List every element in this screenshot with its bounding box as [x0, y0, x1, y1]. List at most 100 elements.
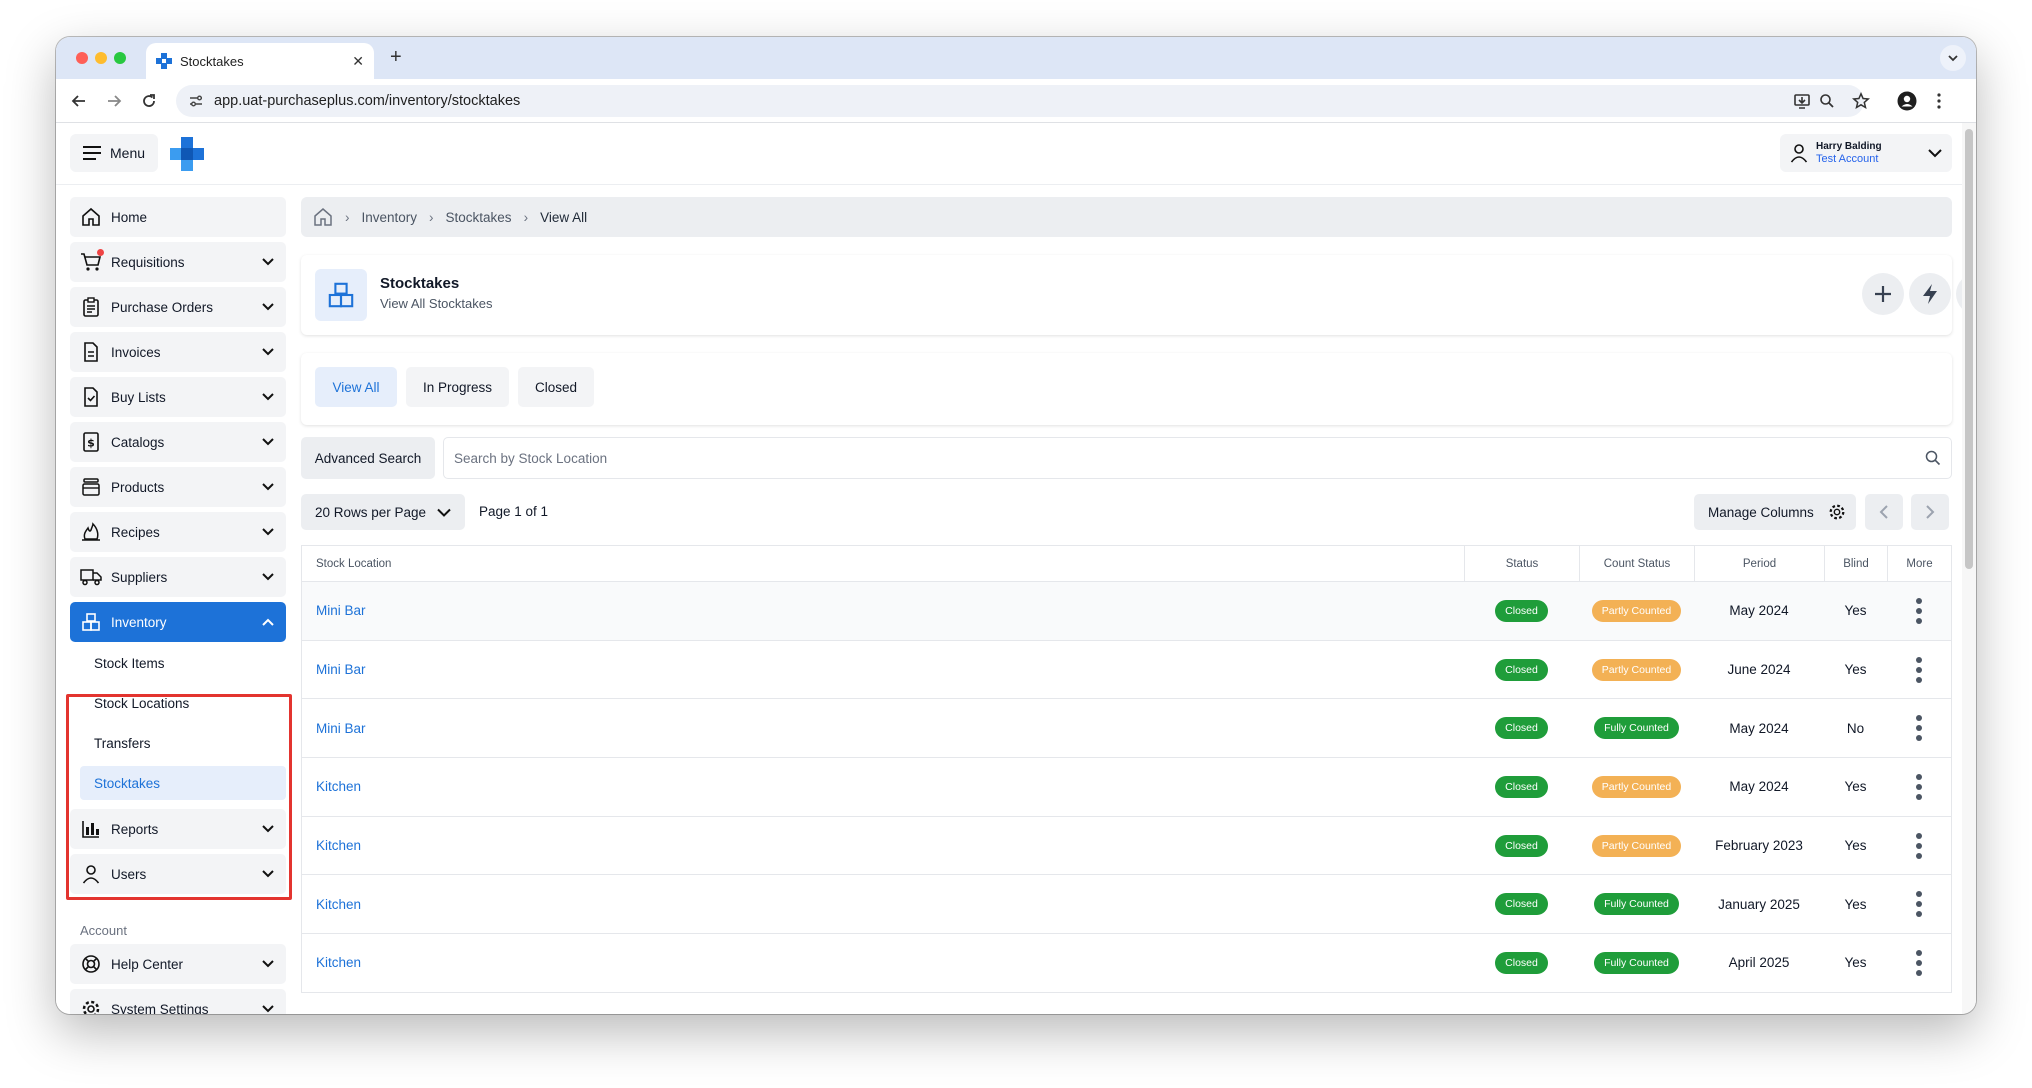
count-status-badge: Partly Counted [1591, 775, 1682, 798]
sidebar-item-inventory[interactable]: Inventory [70, 602, 286, 642]
search-icon[interactable] [1925, 450, 1941, 466]
vertical-dots-icon [1916, 656, 1922, 683]
tab-bar: Stocktakes ✕ + [56, 37, 1976, 79]
add-stocktake-button[interactable] [1862, 273, 1904, 315]
zoom-button[interactable] [1816, 90, 1838, 112]
blind-cell: Yes [1844, 955, 1867, 971]
sidebar-item-products[interactable]: Products [70, 467, 286, 507]
stock-location-link[interactable]: Kitchen [316, 934, 361, 992]
sidebar-item-catalogs[interactable]: $ Catalogs [70, 422, 286, 462]
count-status-cell: Partly Counted [1579, 758, 1694, 816]
vertical-dots-icon [1916, 773, 1922, 800]
tab-in-progress[interactable]: In Progress [406, 367, 509, 407]
sidebar-subitem-stock-items[interactable]: Stock Items [80, 646, 286, 680]
table-row[interactable]: Kitchen Closed Fully Counted January 2025 Ye… [302, 875, 1951, 935]
previous-page-button[interactable] [1865, 494, 1903, 530]
column-header-count-status[interactable]: Count Status [1579, 546, 1694, 582]
table-row[interactable]: Mini Bar Closed Partly Counted June 2024 Yes [302, 641, 1951, 700]
row-more-button[interactable] [1887, 934, 1951, 992]
tab-close-icon[interactable]: ✕ [352, 53, 364, 70]
chevron-down-icon [262, 528, 274, 536]
column-header-status[interactable]: Status [1464, 546, 1579, 582]
table-row[interactable]: Mini Bar Closed Partly Counted May 2024 Yes [302, 582, 1951, 641]
breadcrumb-stocktakes[interactable]: Stocktakes [446, 210, 512, 225]
minimize-window-button[interactable] [95, 52, 107, 64]
sidebar-item-purchase-orders[interactable]: Purchase Orders [70, 287, 286, 327]
row-more-button[interactable] [1887, 641, 1951, 699]
chevron-right-icon [1926, 505, 1935, 519]
document-icon [80, 341, 102, 363]
stock-location-link[interactable]: Mini Bar [316, 582, 366, 640]
breadcrumb-inventory[interactable]: Inventory [362, 210, 418, 225]
home-icon [80, 206, 102, 228]
forward-button[interactable] [103, 90, 125, 112]
manage-columns-button[interactable]: Manage Columns [1694, 494, 1856, 530]
chevron-down-icon [262, 258, 274, 266]
new-tab-button[interactable]: + [390, 46, 402, 69]
sidebar-item-buy-lists[interactable]: Buy Lists [70, 377, 286, 417]
bookmark-button[interactable] [1850, 90, 1872, 112]
stock-location-link[interactable]: Kitchen [316, 875, 361, 933]
table-row[interactable]: Kitchen Closed Partly Counted May 2024 Yes [302, 758, 1951, 817]
sidebar-item-suppliers[interactable]: Suppliers [70, 557, 286, 597]
sidebar-item-invoices[interactable]: Invoices [70, 332, 286, 372]
home-icon[interactable] [313, 207, 333, 227]
blind-cell: No [1846, 720, 1865, 736]
search-input[interactable]: Search by Stock Location [443, 437, 1952, 479]
sidebar-item-home[interactable]: Home [70, 197, 286, 237]
site-settings-icon[interactable] [188, 93, 204, 109]
quick-actions-button[interactable] [1909, 273, 1951, 315]
table-row[interactable]: Kitchen Closed Fully Counted April 2025 Yes [302, 934, 1951, 993]
reload-button[interactable] [138, 90, 160, 112]
install-app-button[interactable] [1791, 90, 1813, 112]
column-header-period[interactable]: Period [1694, 546, 1824, 582]
maximize-window-button[interactable] [114, 52, 126, 64]
address-bar[interactable]: app.uat-purchaseplus.com/inventory/stock… [176, 85, 1864, 117]
purchaseplus-logo[interactable] [170, 137, 204, 171]
hamburger-icon [83, 146, 101, 160]
filter-tabs-card: View All In Progress Closed [301, 353, 1952, 425]
sidebar-item-requisitions[interactable]: Requisitions [70, 242, 286, 282]
row-more-button[interactable] [1887, 582, 1951, 640]
status-cell: Closed [1464, 875, 1579, 933]
sidebar-item-help-center[interactable]: Help Center [70, 944, 286, 984]
lifebuoy-icon [80, 953, 102, 975]
table-header: Stock Location Status Count Status Perio… [302, 546, 1951, 582]
rows-per-page-select[interactable]: 20 Rows per Page [301, 494, 465, 530]
row-more-button[interactable] [1887, 699, 1951, 757]
tab-closed[interactable]: Closed [518, 367, 594, 407]
column-header-stock-location[interactable]: Stock Location [302, 546, 1464, 582]
browser-tab[interactable]: Stocktakes ✕ [146, 43, 374, 79]
stock-location-link[interactable]: Kitchen [316, 817, 361, 875]
next-page-button[interactable] [1911, 494, 1949, 530]
lightning-icon [1923, 284, 1937, 304]
column-header-blind[interactable]: Blind [1824, 546, 1887, 582]
sidebar-item-recipes[interactable]: Recipes [70, 512, 286, 552]
stock-location-link[interactable]: Mini Bar [316, 641, 366, 699]
browser-menu-button[interactable] [1928, 90, 1950, 112]
stock-location-link[interactable]: Mini Bar [316, 699, 366, 757]
period-cell: April 2025 [1728, 955, 1790, 971]
row-more-button[interactable] [1887, 875, 1951, 933]
row-more-button[interactable] [1887, 817, 1951, 875]
row-more-button[interactable] [1887, 758, 1951, 816]
column-header-more: More [1887, 546, 1951, 582]
blind-cell: Yes [1844, 838, 1867, 854]
profile-button[interactable] [1896, 90, 1918, 112]
tab-view-all[interactable]: View All [315, 367, 397, 407]
account-section-heading: Account [80, 923, 127, 938]
table-row[interactable]: Kitchen Closed Partly Counted February 2023… [302, 817, 1951, 876]
table-row[interactable]: Mini Bar Closed Fully Counted May 2024 No [302, 699, 1951, 759]
blind-cell: Yes [1844, 779, 1867, 795]
close-window-button[interactable] [76, 52, 88, 64]
stock-location-link[interactable]: Kitchen [316, 758, 361, 816]
back-button[interactable] [68, 90, 90, 112]
tab-search-button[interactable] [1940, 45, 1966, 71]
gear-icon [80, 998, 102, 1014]
user-account-dropdown[interactable]: Harry Balding Test Account [1780, 134, 1952, 172]
menu-button[interactable]: Menu [70, 134, 158, 172]
advanced-search-button[interactable]: Advanced Search [301, 437, 435, 479]
page-scrollbar-thumb[interactable] [1965, 129, 1973, 569]
blind-cell: Yes [1844, 603, 1867, 619]
sidebar-item-system-settings[interactable]: System Settings [70, 989, 286, 1014]
